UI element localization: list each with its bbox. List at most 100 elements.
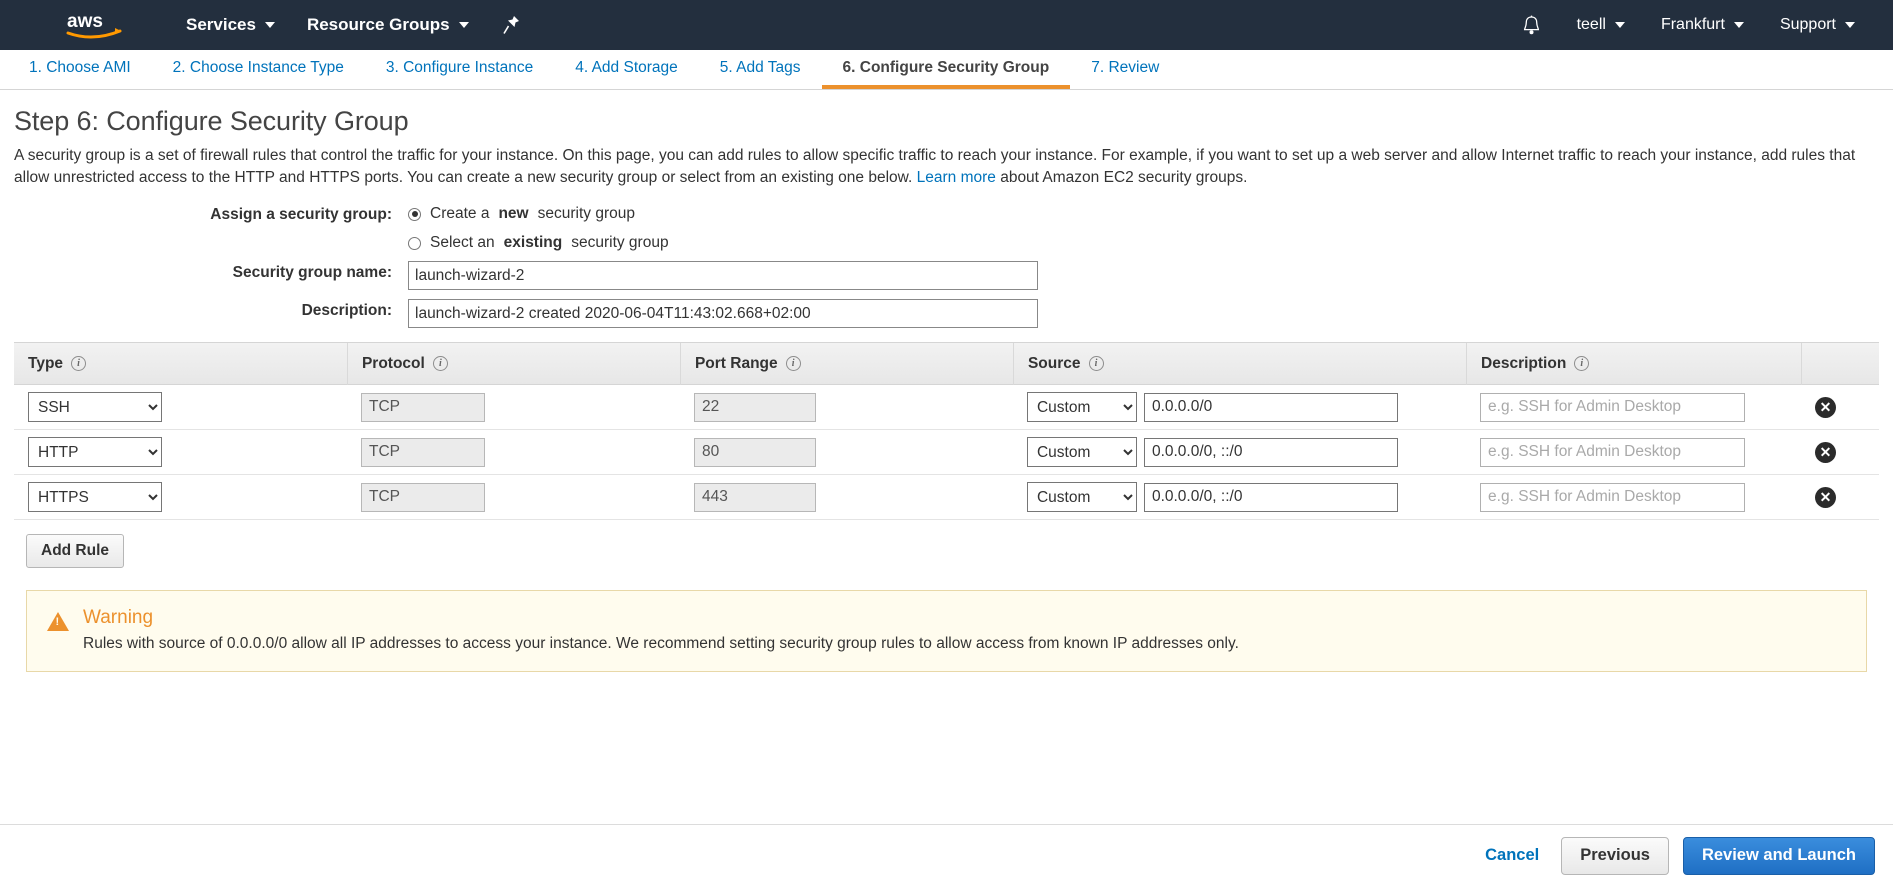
radio-create-new-security-group[interactable]: Create a new security group — [408, 205, 669, 223]
chevron-down-icon — [1733, 22, 1744, 28]
wizard-footer: Cancel Previous Review and Launch — [0, 824, 1893, 886]
tab-configure-security-group[interactable]: 6. Configure Security Group — [821, 50, 1071, 89]
cell-description — [1466, 482, 1801, 512]
tab-configure-instance[interactable]: 3. Configure Instance — [365, 50, 554, 89]
nav-right-group: teell Frankfurt Support — [1506, 0, 1871, 50]
security-group-name-row: Security group name: — [14, 261, 1879, 290]
remove-rule-button[interactable]: ✕ — [1815, 441, 1836, 463]
info-icon[interactable]: i — [71, 356, 87, 371]
page-title: Step 6: Configure Security Group — [14, 106, 409, 136]
tab-choose-ami[interactable]: 1. Choose AMI — [8, 50, 152, 89]
wizard-tab-bar: 1. Choose AMI 2. Choose Instance Type 3.… — [0, 50, 1893, 90]
cell-description — [1466, 392, 1801, 422]
assign-security-group-label: Assign a security group: — [210, 206, 392, 223]
nav-region-menu[interactable]: Frankfurt — [1645, 0, 1760, 50]
rule-protocol-input — [360, 482, 485, 512]
security-group-description-row: Description: — [14, 299, 1879, 328]
cell-type: SSHHTTPHTTPSCustom TCP RuleAll traffic — [14, 392, 347, 422]
rule-source-mode-select[interactable]: CustomAnywhereMy IP — [1026, 392, 1137, 422]
cell-type: SSHHTTPHTTPSCustom TCP RuleAll traffic — [14, 437, 347, 467]
rule-protocol-input — [360, 392, 485, 422]
radio-existing-suffix: security group — [571, 234, 669, 251]
cancel-link[interactable]: Cancel — [1477, 846, 1547, 865]
chevron-down-icon — [1614, 22, 1625, 28]
rule-type-select[interactable]: SSHHTTPHTTPSCustom TCP RuleAll traffic — [28, 437, 162, 467]
pin-glyph — [502, 16, 519, 34]
cell-protocol — [347, 437, 680, 467]
review-and-launch-button[interactable]: Review and Launch — [1682, 836, 1875, 875]
aws-logo[interactable]: aws — [52, 10, 136, 40]
rules-table-header: Type i Protocol i Port Range i Source i … — [14, 342, 1879, 385]
nav-account-menu[interactable]: teell — [1561, 0, 1641, 50]
cell-port-range — [680, 437, 1013, 467]
radio-existing-bold: existing — [503, 234, 563, 251]
column-header-protocol-label: Protocol — [361, 354, 425, 372]
rule-port-range-input — [693, 392, 816, 422]
rule-type-select[interactable]: SSHHTTPHTTPSCustom TCP RuleAll traffic — [28, 482, 162, 512]
security-group-description-label: Description: — [301, 302, 392, 319]
assign-security-group-row: Assign a security group: Create a new se… — [14, 203, 1879, 252]
rule-port-range-input — [693, 437, 816, 467]
rule-description-input[interactable] — [1480, 482, 1746, 512]
rule-source-value-input[interactable] — [1143, 392, 1398, 422]
nav-services-label: Services — [186, 15, 256, 34]
remove-rule-button[interactable]: ✕ — [1815, 396, 1836, 418]
page-content: Step 6: Configure Security Group A secur… — [0, 106, 1893, 672]
radio-new-bold: new — [498, 205, 529, 222]
info-icon[interactable]: i — [1088, 356, 1104, 371]
nav-support-menu[interactable]: Support — [1764, 0, 1871, 50]
cell-protocol — [347, 392, 680, 422]
notifications-bell-button[interactable] — [1506, 15, 1557, 36]
tab-choose-instance-type[interactable]: 2. Choose Instance Type — [152, 50, 365, 89]
tab-add-storage[interactable]: 4. Add Storage — [554, 50, 699, 89]
warning-text: Rules with source of 0.0.0.0/0 allow all… — [83, 635, 1239, 652]
assign-security-group-radios: Create a new security group Select an ex… — [408, 203, 669, 252]
cell-type: SSHHTTPHTTPSCustom TCP RuleAll traffic — [14, 482, 347, 512]
info-icon[interactable]: i — [785, 356, 801, 371]
previous-button[interactable]: Previous — [1561, 836, 1669, 875]
column-header-source-label: Source — [1027, 354, 1081, 372]
chevron-down-icon — [1845, 22, 1855, 28]
nav-services[interactable]: Services — [170, 0, 291, 50]
info-icon[interactable]: i — [432, 356, 448, 371]
radio-select-existing-security-group[interactable]: Select an existing security group — [408, 234, 669, 252]
column-header-description-label: Description — [1481, 354, 1567, 372]
bell-icon — [1523, 15, 1539, 34]
rule-port-range-input — [693, 482, 816, 512]
column-header-actions — [1800, 342, 1879, 385]
rule-description-input[interactable] — [1480, 392, 1746, 422]
rule-source-mode-select[interactable]: CustomAnywhereMy IP — [1026, 437, 1137, 467]
rule-description-input[interactable] — [1480, 437, 1746, 467]
table-row: SSHHTTPHTTPSCustom TCP RuleAll traffic C… — [14, 430, 1879, 475]
security-group-name-input[interactable] — [408, 261, 1038, 290]
radio-existing-indicator — [408, 236, 421, 250]
add-rule-button[interactable]: Add Rule — [26, 534, 125, 568]
rule-source-value-input[interactable] — [1143, 437, 1398, 467]
cell-actions: ✕ — [1801, 396, 1879, 418]
radio-new-suffix: security group — [537, 205, 635, 222]
cell-source: CustomAnywhereMy IP — [1013, 437, 1466, 467]
remove-rule-button[interactable]: ✕ — [1815, 486, 1836, 508]
tab-review[interactable]: 7. Review — [1070, 50, 1180, 89]
rule-protocol-input — [360, 437, 485, 467]
rule-source-mode-select[interactable]: CustomAnywhereMy IP — [1026, 482, 1137, 512]
cell-source: CustomAnywhereMy IP — [1013, 392, 1466, 422]
chevron-down-icon — [264, 22, 275, 28]
top-navigation-bar: aws Services Resource Groups teell Frank… — [0, 0, 1893, 50]
security-group-description-input[interactable] — [408, 299, 1038, 328]
table-row: SSHHTTPHTTPSCustom TCP RuleAll traffic C… — [14, 385, 1879, 430]
svg-text:aws: aws — [67, 11, 103, 32]
info-icon[interactable]: i — [1574, 356, 1590, 371]
cell-actions: ✕ — [1801, 486, 1879, 508]
warning-triangle-icon — [47, 612, 69, 631]
column-header-port-range-label: Port Range — [694, 354, 778, 372]
pin-icon[interactable] — [502, 15, 520, 35]
rule-type-select[interactable]: SSHHTTPHTTPSCustom TCP RuleAll traffic — [28, 392, 162, 422]
nav-resource-groups-label: Resource Groups — [306, 15, 450, 34]
learn-more-link[interactable]: Learn more — [917, 169, 996, 186]
tab-add-tags[interactable]: 5. Add Tags — [699, 50, 822, 89]
rule-source-value-input[interactable] — [1143, 482, 1398, 512]
column-header-type: Type i — [14, 343, 347, 385]
cell-source: CustomAnywhereMy IP — [1013, 482, 1466, 512]
nav-resource-groups[interactable]: Resource Groups — [291, 0, 485, 50]
